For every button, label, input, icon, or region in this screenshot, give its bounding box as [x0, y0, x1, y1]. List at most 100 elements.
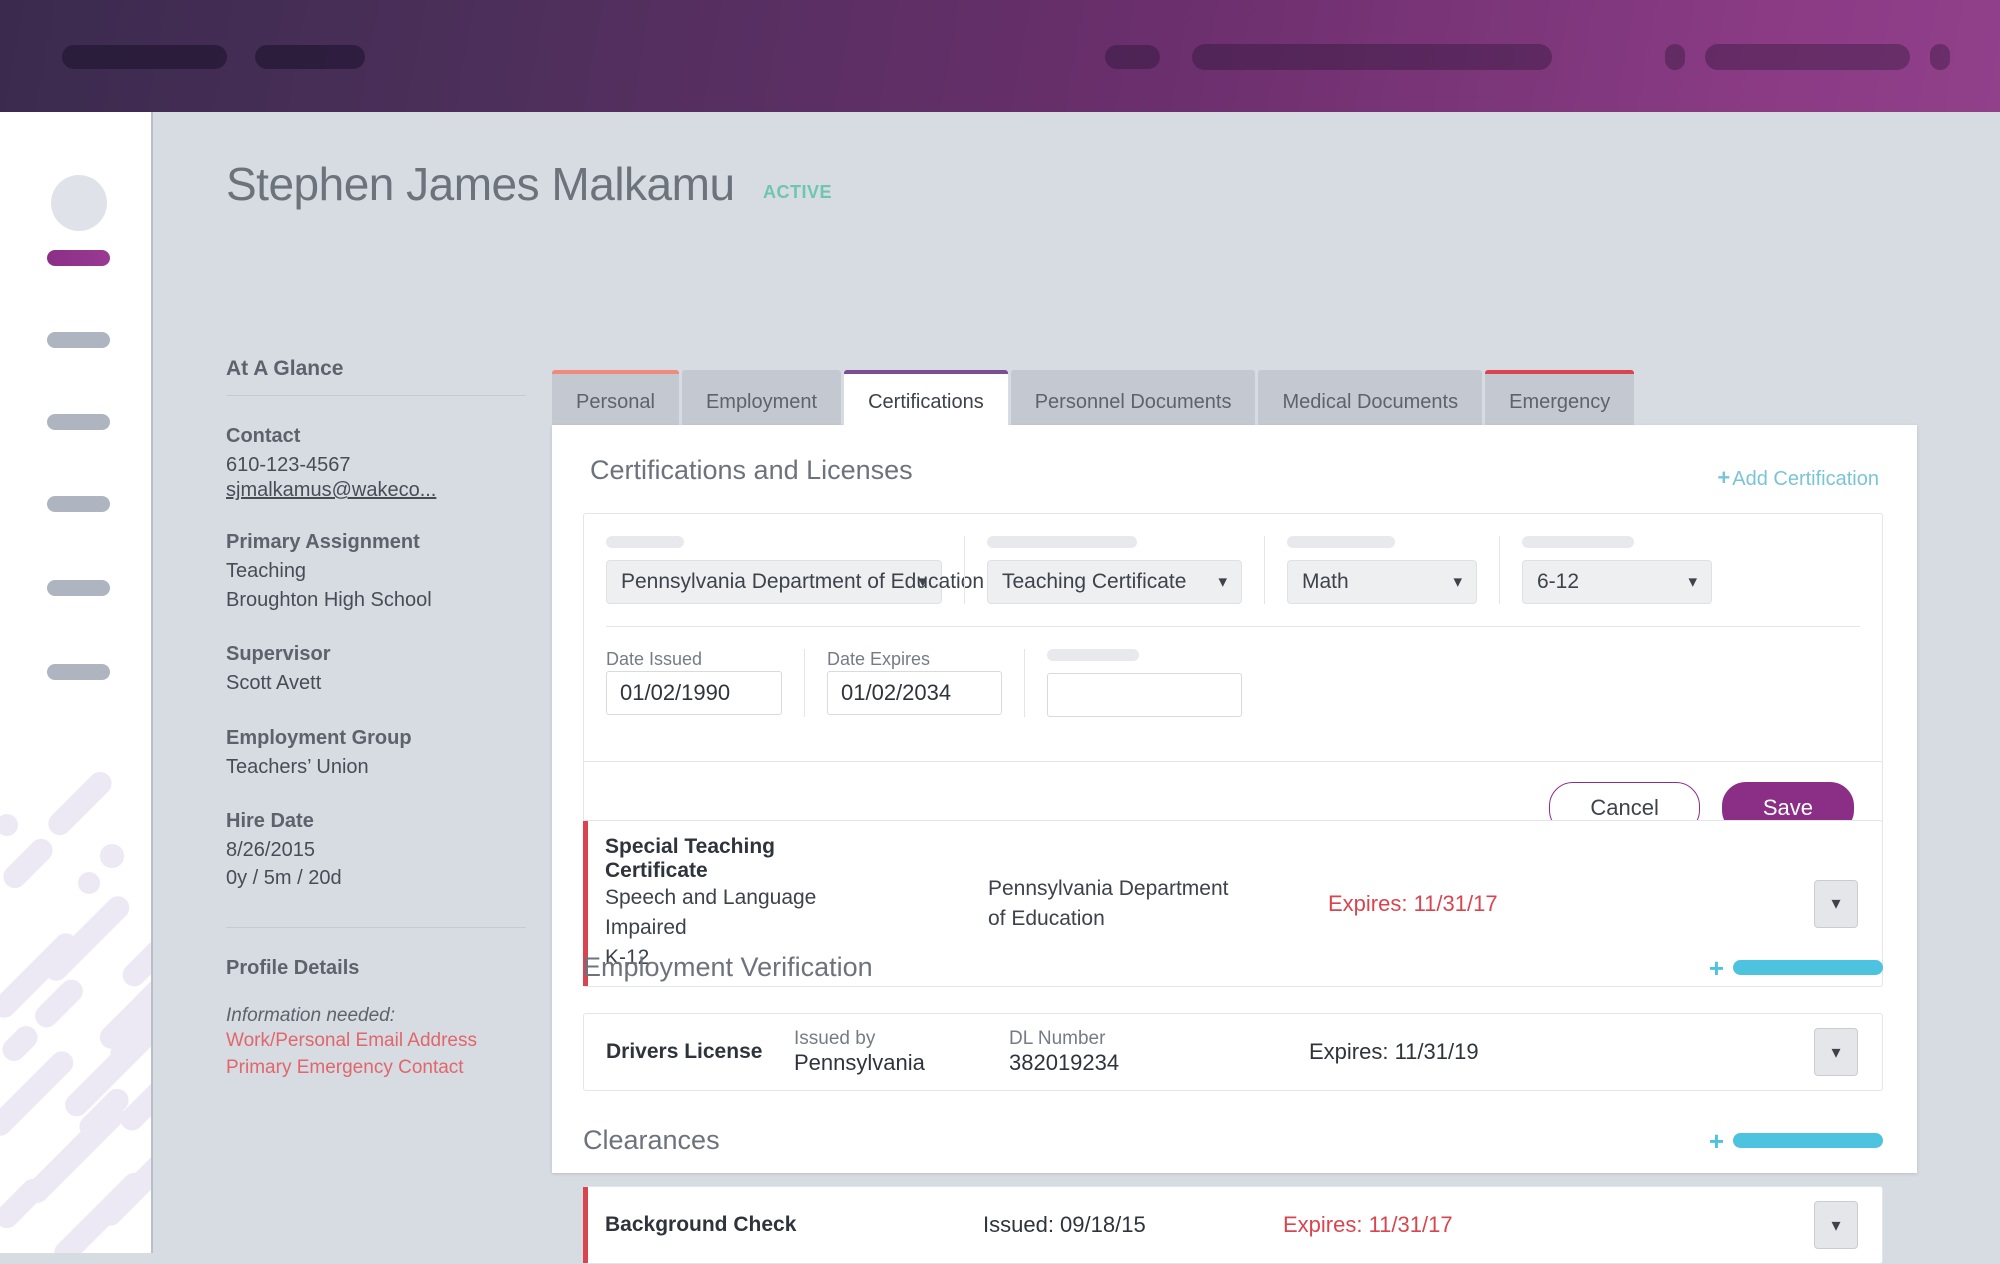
add-certification-button[interactable]: +Add Certification [1717, 465, 1879, 491]
topbar-nav-placeholder-2[interactable] [1105, 45, 1160, 69]
plus-icon: + [1709, 955, 1724, 981]
cert-type-label-placeholder [987, 536, 1137, 548]
add-employment-verification-button[interactable]: + [1709, 955, 1883, 981]
certification-record-title: Special Teaching Certificate [605, 835, 873, 883]
contact-block: Contact 610-123-4567 sjmalkamus@wakeco..… [226, 422, 526, 502]
tab-personal[interactable]: Personal [552, 370, 679, 430]
subject-label-placeholder [1287, 536, 1395, 548]
certification-record-issuer: Pennsylvania Department of Education [978, 874, 1318, 934]
add-label-placeholder [1733, 960, 1883, 975]
chevron-down-icon[interactable]: ▾ [1814, 1028, 1858, 1076]
form-row-dates: Date Issued 01/02/1990 Date Expires 01/0… [584, 627, 1882, 739]
clearance-row[interactable]: Background Check Issued: 09/18/15 Expire… [583, 1186, 1883, 1264]
field-date-issued: Date Issued 01/02/1990 [584, 649, 804, 717]
grades-label-placeholder [1522, 536, 1634, 548]
field-issuer: Pennsylvania Department of Education ▾ [584, 536, 964, 604]
background-check-issued-text: Issued: 09/18/15 [983, 1212, 1263, 1238]
topbar-nav-placeholder-1[interactable] [255, 45, 365, 69]
dl-number-value: 382019234 [1009, 1050, 1289, 1076]
chevron-down-icon[interactable]: ▾ [1814, 880, 1858, 928]
left-nav-rail [0, 112, 153, 1253]
sidebar-item-1[interactable] [47, 250, 110, 266]
issuer-label-placeholder [606, 536, 684, 548]
add-clearance-button[interactable]: + [1709, 1128, 1883, 1154]
sidebar-item-2[interactable] [47, 332, 110, 348]
certification-record-expiry: Expires: 11/31/17 [1318, 891, 1804, 917]
top-app-bar [0, 0, 2000, 112]
avatar[interactable] [51, 175, 107, 231]
tab-employment[interactable]: Employment [682, 370, 841, 430]
certification-issuer-line2: of Education [988, 904, 1308, 934]
decorative-stripes [0, 752, 153, 1253]
card-title: Certifications and Licenses [590, 455, 913, 486]
date-issued-input[interactable]: 01/02/1990 [606, 671, 782, 715]
certification-issuer-line1: Pennsylvania Department [988, 874, 1308, 904]
hire-date-label: Hire Date [226, 807, 526, 836]
background-check-issued-cell: Issued: 09/18/15 [973, 1212, 1273, 1238]
cert-type-select[interactable]: Teaching Certificate ▾ [987, 560, 1242, 604]
topbar-icon-placeholder-1[interactable] [1665, 44, 1685, 70]
field-grades: 6-12 ▾ [1499, 536, 1734, 604]
sidebar-item-5[interactable] [47, 580, 110, 596]
drivers-license-expiry-cell: Expires: 11/31/19 [1299, 1039, 1804, 1065]
drivers-license-title: Drivers License [606, 1040, 774, 1064]
field-extra [1024, 649, 1264, 717]
main-content: Stephen James Malkamu ACTIVE At A Glance… [153, 112, 2000, 1253]
divider [226, 927, 526, 928]
tab-medical-documents[interactable]: Medical Documents [1258, 370, 1482, 430]
subject-select[interactable]: Math ▾ [1287, 560, 1477, 604]
drivers-license-expires-text: Expires: 11/31/19 [1309, 1039, 1794, 1065]
issued-by-cell: Issued by Pennsylvania [784, 1028, 999, 1076]
topbar-search-placeholder[interactable] [1192, 44, 1552, 70]
background-check-toggle[interactable]: ▾ [1804, 1201, 1868, 1249]
date-expires-label: Date Expires [827, 649, 1002, 661]
chevron-down-icon: ▾ [1218, 572, 1227, 592]
extra-input[interactable] [1047, 673, 1242, 717]
chevron-down-icon[interactable]: ▾ [1814, 1201, 1858, 1249]
issuer-value: Pennsylvania Department of Education [621, 570, 984, 594]
sidebar-item-3[interactable] [47, 414, 110, 430]
employment-group-label: Employment Group [226, 724, 526, 753]
at-a-glance-panel: At A Glance Contact 610-123-4567 sjmalka… [226, 357, 526, 1082]
chevron-down-icon: ▾ [1453, 572, 1462, 592]
field-date-expires: Date Expires 01/02/2034 [804, 649, 1024, 717]
tab-personnel-documents[interactable]: Personnel Documents [1011, 370, 1256, 430]
hire-date-value: 8/26/2015 [226, 836, 526, 864]
drivers-license-toggle[interactable]: ▾ [1804, 1028, 1868, 1076]
sidebar-item-6[interactable] [47, 664, 110, 680]
needed-item-emergency-contact[interactable]: Primary Emergency Contact [226, 1054, 526, 1082]
tab-certifications[interactable]: Certifications [844, 370, 1008, 436]
sidebar-item-4[interactable] [47, 496, 110, 512]
topbar-account-placeholder[interactable] [1705, 44, 1910, 70]
grades-select[interactable]: 6-12 ▾ [1522, 560, 1712, 604]
plus-icon: + [1717, 465, 1730, 490]
drivers-license-title-cell: Drivers License [584, 1040, 784, 1064]
tab-emergency[interactable]: Emergency [1485, 370, 1634, 430]
field-subject: Math ▾ [1264, 536, 1499, 604]
profile-tabs: Personal Employment Certifications Perso… [552, 370, 1637, 430]
chevron-down-icon: ▾ [1688, 572, 1697, 592]
dl-number-cell: DL Number 382019234 [999, 1028, 1299, 1076]
certification-record-toggle[interactable]: ▾ [1804, 880, 1868, 928]
date-expires-input[interactable]: 01/02/2034 [827, 671, 1002, 715]
issuer-select[interactable]: Pennsylvania Department of Education ▾ [606, 560, 942, 604]
contact-email-link[interactable]: sjmalkamus@wakeco... [226, 479, 436, 502]
grades-value: 6-12 [1537, 570, 1579, 594]
certifications-card: Certifications and Licenses +Add Certifi… [552, 425, 1917, 1173]
topbar-icon-placeholder-2[interactable] [1930, 44, 1950, 70]
extra-label-placeholder [1047, 649, 1139, 661]
contact-phone: 610-123-4567 [226, 451, 526, 479]
topbar-logo-placeholder[interactable] [62, 45, 227, 69]
information-needed-label: Information needed: [226, 1005, 526, 1027]
issued-by-label: Issued by [794, 1028, 989, 1050]
employment-verification-header: Employment Verification + [583, 952, 1883, 983]
dl-number-label: DL Number [1009, 1028, 1289, 1050]
tenure-value: 0y / 5m / 20d [226, 864, 526, 892]
employment-verification-row[interactable]: Drivers License Issued by Pennsylvania D… [583, 1013, 1883, 1091]
needed-item-email[interactable]: Work/Personal Email Address [226, 1027, 526, 1055]
background-check-expires-text: Expires: 11/31/17 [1283, 1212, 1794, 1238]
chevron-down-icon: ▾ [918, 572, 927, 592]
at-a-glance-heading: At A Glance [226, 357, 526, 396]
supervisor-name: Scott Avett [226, 669, 526, 697]
employment-verification-heading: Employment Verification [583, 952, 873, 983]
